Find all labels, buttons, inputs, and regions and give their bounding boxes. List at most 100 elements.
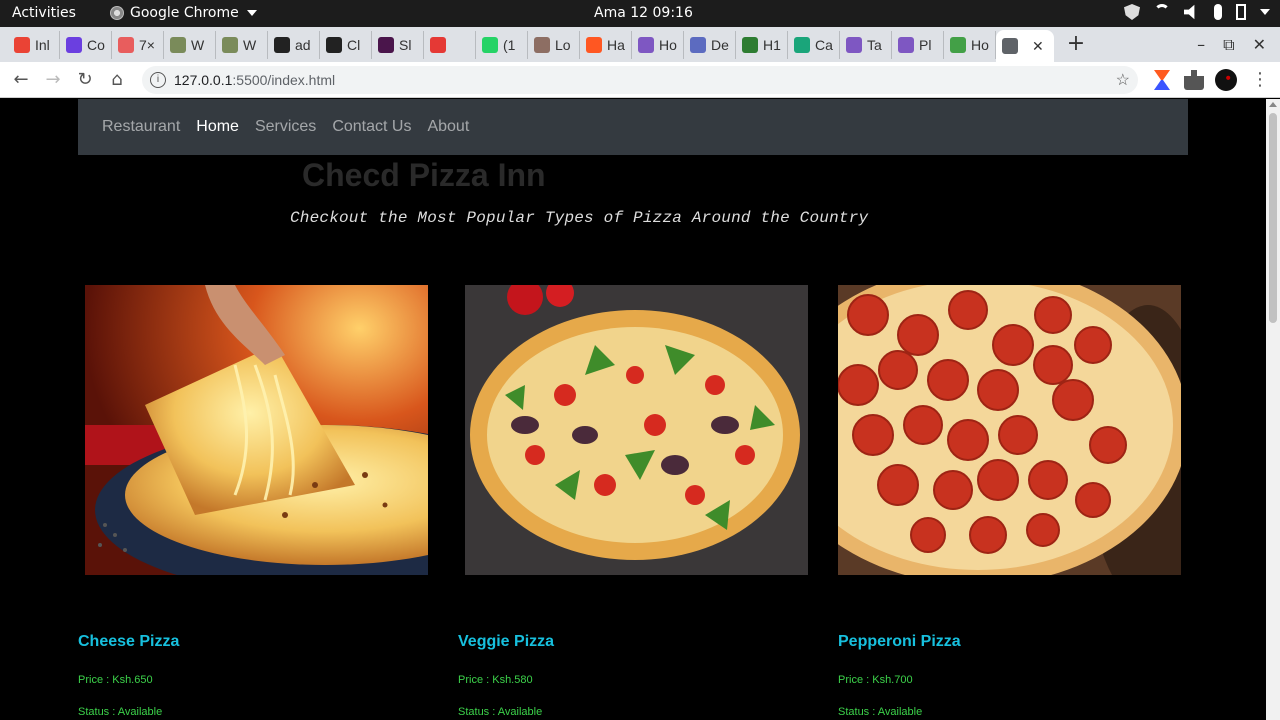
github-icon: [326, 36, 342, 53]
new-tab-button[interactable]: +: [1062, 31, 1090, 59]
tab-label: Co: [87, 36, 105, 53]
bowl-icon: [534, 36, 550, 53]
browser-tab[interactable]: Lo: [528, 30, 580, 59]
browser-tab[interactable]: 7×: [112, 30, 164, 59]
whatsapp-icon: [482, 36, 498, 53]
browser-tab[interactable]: Ho: [632, 30, 684, 59]
gmail-icon: [14, 36, 30, 53]
pizza-price-veggie: Price : Ksh.580: [458, 674, 533, 686]
tab-active[interactable]: ✕: [996, 30, 1054, 62]
pizza-status-pepperoni: Status : Available: [838, 706, 923, 718]
tab-label: Ta: [867, 36, 882, 53]
browser-tab[interactable]: Sl: [372, 30, 424, 59]
docs-icon: [638, 36, 654, 53]
restore-icon[interactable]: ⧉: [1223, 35, 1234, 55]
chrome-icon: [110, 6, 124, 20]
pizza-price-pepperoni: Price : Ksh.700: [838, 674, 913, 686]
nav-link-about[interactable]: About: [427, 118, 469, 136]
back-arrow-icon[interactable]: ←: [10, 69, 32, 91]
shield-icon[interactable]: [1124, 4, 1140, 20]
tab-list: Inl Co 7× W Wad Cl Sl (1 Lo Ha Ho De H1 Ca Ta Pl Ho ✕: [8, 27, 1054, 62]
tab-label: ad: [295, 36, 311, 53]
browser-tab[interactable]: Co: [60, 30, 112, 59]
palm-icon: [222, 36, 238, 53]
microphone-icon: [1214, 4, 1222, 20]
close-tab-icon[interactable]: ✕: [1032, 38, 1044, 55]
scroll-up-icon[interactable]: [1269, 102, 1277, 107]
home-icon[interactable]: ⌂: [106, 69, 128, 91]
kebab-menu-icon[interactable]: ⋮: [1250, 70, 1270, 90]
forward-arrow-icon[interactable]: →: [42, 69, 64, 91]
cap-icon: [690, 36, 706, 53]
browser-toolbar: ← → ↻ ⌂ i 127.0.0.1:5500/index.html ☆ ⋮: [0, 62, 1280, 98]
palm-icon: [170, 36, 186, 53]
diamond-icon: [742, 36, 758, 53]
clock[interactable]: Ama 12 09:16: [594, 5, 693, 21]
browser-tab[interactable]: Pl: [892, 30, 944, 59]
browser-tab[interactable]: W: [216, 30, 268, 59]
tab-strip: Inl Co 7× W Wad Cl Sl (1 Lo Ha Ho De H1 Ca Ta Pl Ho ✕ + –…: [0, 27, 1280, 62]
browser-tab[interactable]: Inl: [8, 30, 60, 59]
url-text[interactable]: 127.0.0.1:5500/index.html: [174, 72, 335, 88]
browser-tab[interactable]: [424, 30, 476, 59]
tab-label: Inl: [35, 36, 50, 53]
tab-label: Pl: [919, 36, 932, 53]
browser-tab[interactable]: ad: [268, 30, 320, 59]
chevron-down-icon: [246, 10, 257, 16]
tab-label: De: [711, 36, 729, 53]
record-icon: [430, 36, 446, 53]
pizza-status-veggie: Status : Available: [458, 706, 543, 718]
nav-link-home[interactable]: Home: [196, 118, 239, 136]
reload-icon[interactable]: ↻: [74, 69, 96, 91]
browser-tab[interactable]: Cl: [320, 30, 372, 59]
activities-button[interactable]: Activities: [12, 5, 76, 21]
extensions-puzzle-icon[interactable]: [1184, 70, 1204, 90]
profile-avatar[interactable]: [1215, 69, 1237, 91]
nav-link-contact-us[interactable]: Contact Us: [332, 118, 411, 136]
tab-label: Cl: [347, 36, 361, 53]
speaker-icon: [1184, 4, 1195, 20]
docs-icon: [846, 36, 862, 53]
browser-tab[interactable]: De: [684, 30, 736, 59]
browser-tab[interactable]: Ho: [944, 30, 996, 59]
url-host: 127.0.0.1: [174, 72, 233, 88]
system-tray[interactable]: [1124, 4, 1270, 20]
minimize-icon[interactable]: –: [1197, 35, 1205, 54]
globe-icon: [1002, 38, 1018, 54]
pizza-name-veggie: Veggie Pizza: [458, 633, 555, 650]
tab-label: Ho: [659, 36, 677, 53]
close-window-icon[interactable]: ✕: [1253, 35, 1266, 54]
docs-icon: [898, 36, 914, 53]
tab-label: Lo: [555, 36, 571, 53]
page-tagline: Checkout the Most Popular Types of Pizza…: [290, 209, 869, 227]
page-scrollbar[interactable]: [1266, 99, 1280, 720]
app-name: Google Chrome: [130, 5, 239, 21]
pizza-price-cheese: Price : Ksh.650: [78, 674, 153, 686]
bookmark-star-icon[interactable]: ☆: [1116, 70, 1130, 90]
address-bar[interactable]: i 127.0.0.1:5500/index.html ☆: [142, 66, 1138, 94]
app-menu[interactable]: Google Chrome: [110, 5, 257, 21]
nav-link-services[interactable]: Services: [255, 118, 316, 136]
scrollbar-thumb[interactable]: [1269, 113, 1277, 323]
tab-label: Ca: [815, 36, 833, 53]
tab-label: Sl: [399, 36, 412, 53]
cheese-pizza-image: [85, 285, 428, 575]
tab-label: Ha: [607, 36, 625, 53]
pepperoni-pizza-image: [838, 285, 1181, 575]
tab-label: W: [191, 36, 205, 53]
pizza-name-pepperoni: Pepperoni Pizza: [838, 633, 961, 650]
browser-tab[interactable]: Ca: [788, 30, 840, 59]
os-top-bar: Activities Google Chrome Ama 12 09:16: [0, 0, 1280, 27]
browser-tab[interactable]: Ta: [840, 30, 892, 59]
browser-tab[interactable]: (1: [476, 30, 528, 59]
browser-tab[interactable]: W: [164, 30, 216, 59]
browser-tab[interactable]: Ha: [580, 30, 632, 59]
green-icon: [950, 36, 966, 53]
navbar-brand[interactable]: Restaurant: [102, 118, 180, 136]
chevron-down-icon: [1260, 9, 1270, 15]
info-icon[interactable]: i: [150, 72, 166, 88]
page-viewport: Restaurant Home Services Contact Us Abou…: [0, 99, 1266, 720]
browser-tab[interactable]: H1: [736, 30, 788, 59]
ez-icon: [794, 36, 810, 53]
hourglass-extension-icon[interactable]: [1154, 70, 1170, 90]
